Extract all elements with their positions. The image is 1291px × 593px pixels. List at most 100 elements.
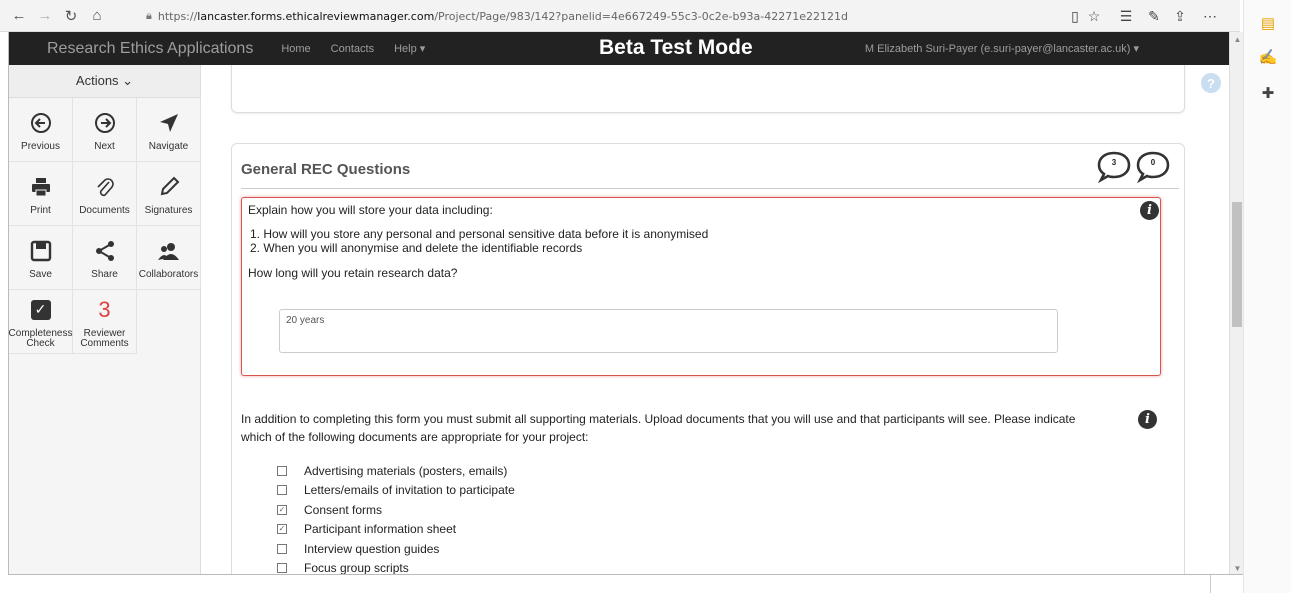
document-option[interactable]: ✓ Participant information sheet <box>277 520 515 540</box>
beta-mode-label: Beta Test Mode <box>599 36 753 59</box>
forward-icon[interactable]: → <box>32 0 58 32</box>
document-checklist: Advertising materials (posters, emails) … <box>277 461 515 575</box>
page-scrollbar[interactable]: ▲ ▼ <box>1229 32 1243 574</box>
print-icon <box>30 172 52 202</box>
previous-section-card <box>231 65 1185 113</box>
app-navbar: Research Ethics Applications Home Contac… <box>9 32 1229 65</box>
navigate-label: Navigate <box>148 140 189 152</box>
refresh-icon[interactable]: ↻ <box>58 0 84 32</box>
tools-add-icon[interactable]: ✚ <box>1257 82 1279 104</box>
reviewer-comments-count: 3 <box>98 296 111 322</box>
favorite-star-icon[interactable]: ☆ <box>1080 0 1108 32</box>
share-label: Share <box>91 268 118 280</box>
document-option[interactable]: Focus group scripts <box>277 559 515 575</box>
url-prefix: https:// <box>157 9 198 23</box>
document-label: Letters/emails of invitation to particip… <box>304 483 515 498</box>
collaborators-label: Collaborators <box>138 268 199 280</box>
lock-icon: 🔒︎ <box>146 9 152 22</box>
signatures-label: Signatures <box>144 204 193 216</box>
url-host: lancaster.forms.ethicalreviewmanager.com <box>197 9 435 23</box>
print-label: Print <box>30 204 51 216</box>
favorites-bar-icon[interactable]: ☰ <box>1112 0 1140 32</box>
question-prompt: How long will you retain research data? <box>248 266 458 280</box>
paperclip-icon <box>94 172 116 202</box>
document-label: Focus group scripts <box>304 561 409 575</box>
checkbox[interactable] <box>277 465 287 476</box>
user-menu[interactable]: M Elizabeth Suri-Payer (e.suri-payer@lan… <box>865 42 1139 55</box>
previous-label: Previous <box>21 140 60 152</box>
save-label: Save <box>29 268 52 280</box>
pen-icon[interactable]: ✎ <box>1140 0 1168 32</box>
help-icon[interactable]: ? <box>1201 73 1221 93</box>
document-label: Consent forms <box>304 502 383 517</box>
previous-button[interactable]: Previous <box>9 98 73 162</box>
retention-answer-field[interactable]: 20 years <box>279 309 1058 353</box>
checkbox-icon-wrap: ✓ <box>30 295 51 325</box>
comment-bubble-icon-2[interactable]: 0 <box>1136 149 1170 184</box>
navigate-button[interactable]: Navigate <box>137 98 201 162</box>
nav-home[interactable]: Home <box>281 43 310 55</box>
completeness-check-label: Completeness Check <box>8 327 73 349</box>
next-button[interactable]: Next <box>73 98 137 162</box>
document-option[interactable]: Interview question guides <box>277 539 515 559</box>
more-icon[interactable]: ⋯ <box>1196 0 1224 32</box>
checkbox-checked[interactable]: ✓ <box>277 524 287 535</box>
pencil-icon <box>158 172 180 202</box>
document-option[interactable]: Letters/emails of invitation to particip… <box>277 481 515 501</box>
print-button[interactable]: Print <box>9 162 73 226</box>
navigate-icon <box>158 108 180 138</box>
document-label: Advertising materials (posters, emails) <box>304 463 508 478</box>
reviewer-comments-button[interactable]: 3 Reviewer Comments <box>73 290 137 354</box>
save-button[interactable]: Save <box>9 226 73 290</box>
scrollbar-thumb[interactable] <box>1232 202 1242 327</box>
home-icon[interactable]: ⌂ <box>84 0 110 32</box>
reviewer-comments-label: Reviewer Comments <box>80 327 129 349</box>
next-icon <box>94 108 116 138</box>
title-divider <box>241 188 1179 189</box>
completeness-check-button[interactable]: ✓ Completeness Check <box>9 290 73 354</box>
app-brand[interactable]: Research Ethics Applications <box>47 40 253 58</box>
nav-help[interactable]: Help ▾ <box>394 42 425 55</box>
share-icon <box>94 236 116 266</box>
url-path: /Project/Page/983/142?panelid=4e667249-5… <box>434 9 848 23</box>
documents-button[interactable]: Documents <box>73 162 137 226</box>
document-option[interactable]: Advertising materials (posters, emails) <box>277 461 515 481</box>
upload-instructions: In addition to completing this form you … <box>241 412 1076 444</box>
comment-bubble-icon[interactable]: 3 <box>1097 149 1131 184</box>
browser-toolbar: ← → ↻ ⌂ 🔒︎ https://lancaster.forms.ethic… <box>0 0 1240 32</box>
main-content: ? General REC Questions 3 0 Explain how … <box>201 65 1229 575</box>
next-label: Next <box>94 140 115 152</box>
comment-note-icon[interactable]: ▤ <box>1257 12 1279 34</box>
share-browser-icon[interactable]: ⇪ <box>1166 0 1194 32</box>
comment-count-2: 0 <box>1150 158 1156 167</box>
checkbox[interactable] <box>277 485 287 496</box>
users-icon <box>157 236 181 266</box>
back-icon[interactable]: ← <box>6 0 32 32</box>
question-intro: Explain how you will store your data inc… <box>248 203 493 217</box>
document-option[interactable]: ✓ Consent forms <box>277 500 515 520</box>
nav-contacts[interactable]: Contacts <box>331 43 374 55</box>
checkbox-checked[interactable]: ✓ <box>277 504 287 515</box>
save-icon <box>30 236 52 266</box>
share-button[interactable]: Share <box>73 226 137 290</box>
ink-pen-icon[interactable]: ✍ <box>1257 46 1279 68</box>
comment-count: 3 <box>1111 158 1117 167</box>
scroll-up-icon[interactable]: ▲ <box>1230 32 1243 46</box>
document-label: Interview question guides <box>304 541 440 556</box>
question-box: Explain how you will store your data inc… <box>241 197 1161 376</box>
previous-icon <box>30 108 52 138</box>
question-item-2: 2. When you will anonymise and delete th… <box>250 241 583 255</box>
scroll-down-icon[interactable]: ▼ <box>1230 561 1243 574</box>
actions-sidebar: Actions ⌄ Previous Next Navigate Print D… <box>9 65 201 574</box>
checkbox[interactable] <box>277 563 287 574</box>
window-resize-corner <box>1210 575 1226 593</box>
signatures-button[interactable]: Signatures <box>137 162 201 226</box>
checkbox-icon: ✓ <box>30 299 51 320</box>
info-icon[interactable]: i <box>1140 201 1159 220</box>
actions-dropdown[interactable]: Actions ⌄ <box>9 65 200 98</box>
checkbox[interactable] <box>277 543 287 554</box>
info-icon-2[interactable]: i <box>1138 410 1157 429</box>
document-label: Participant information sheet <box>304 522 457 537</box>
documents-label: Documents <box>79 204 130 216</box>
collaborators-button[interactable]: Collaborators <box>137 226 201 290</box>
